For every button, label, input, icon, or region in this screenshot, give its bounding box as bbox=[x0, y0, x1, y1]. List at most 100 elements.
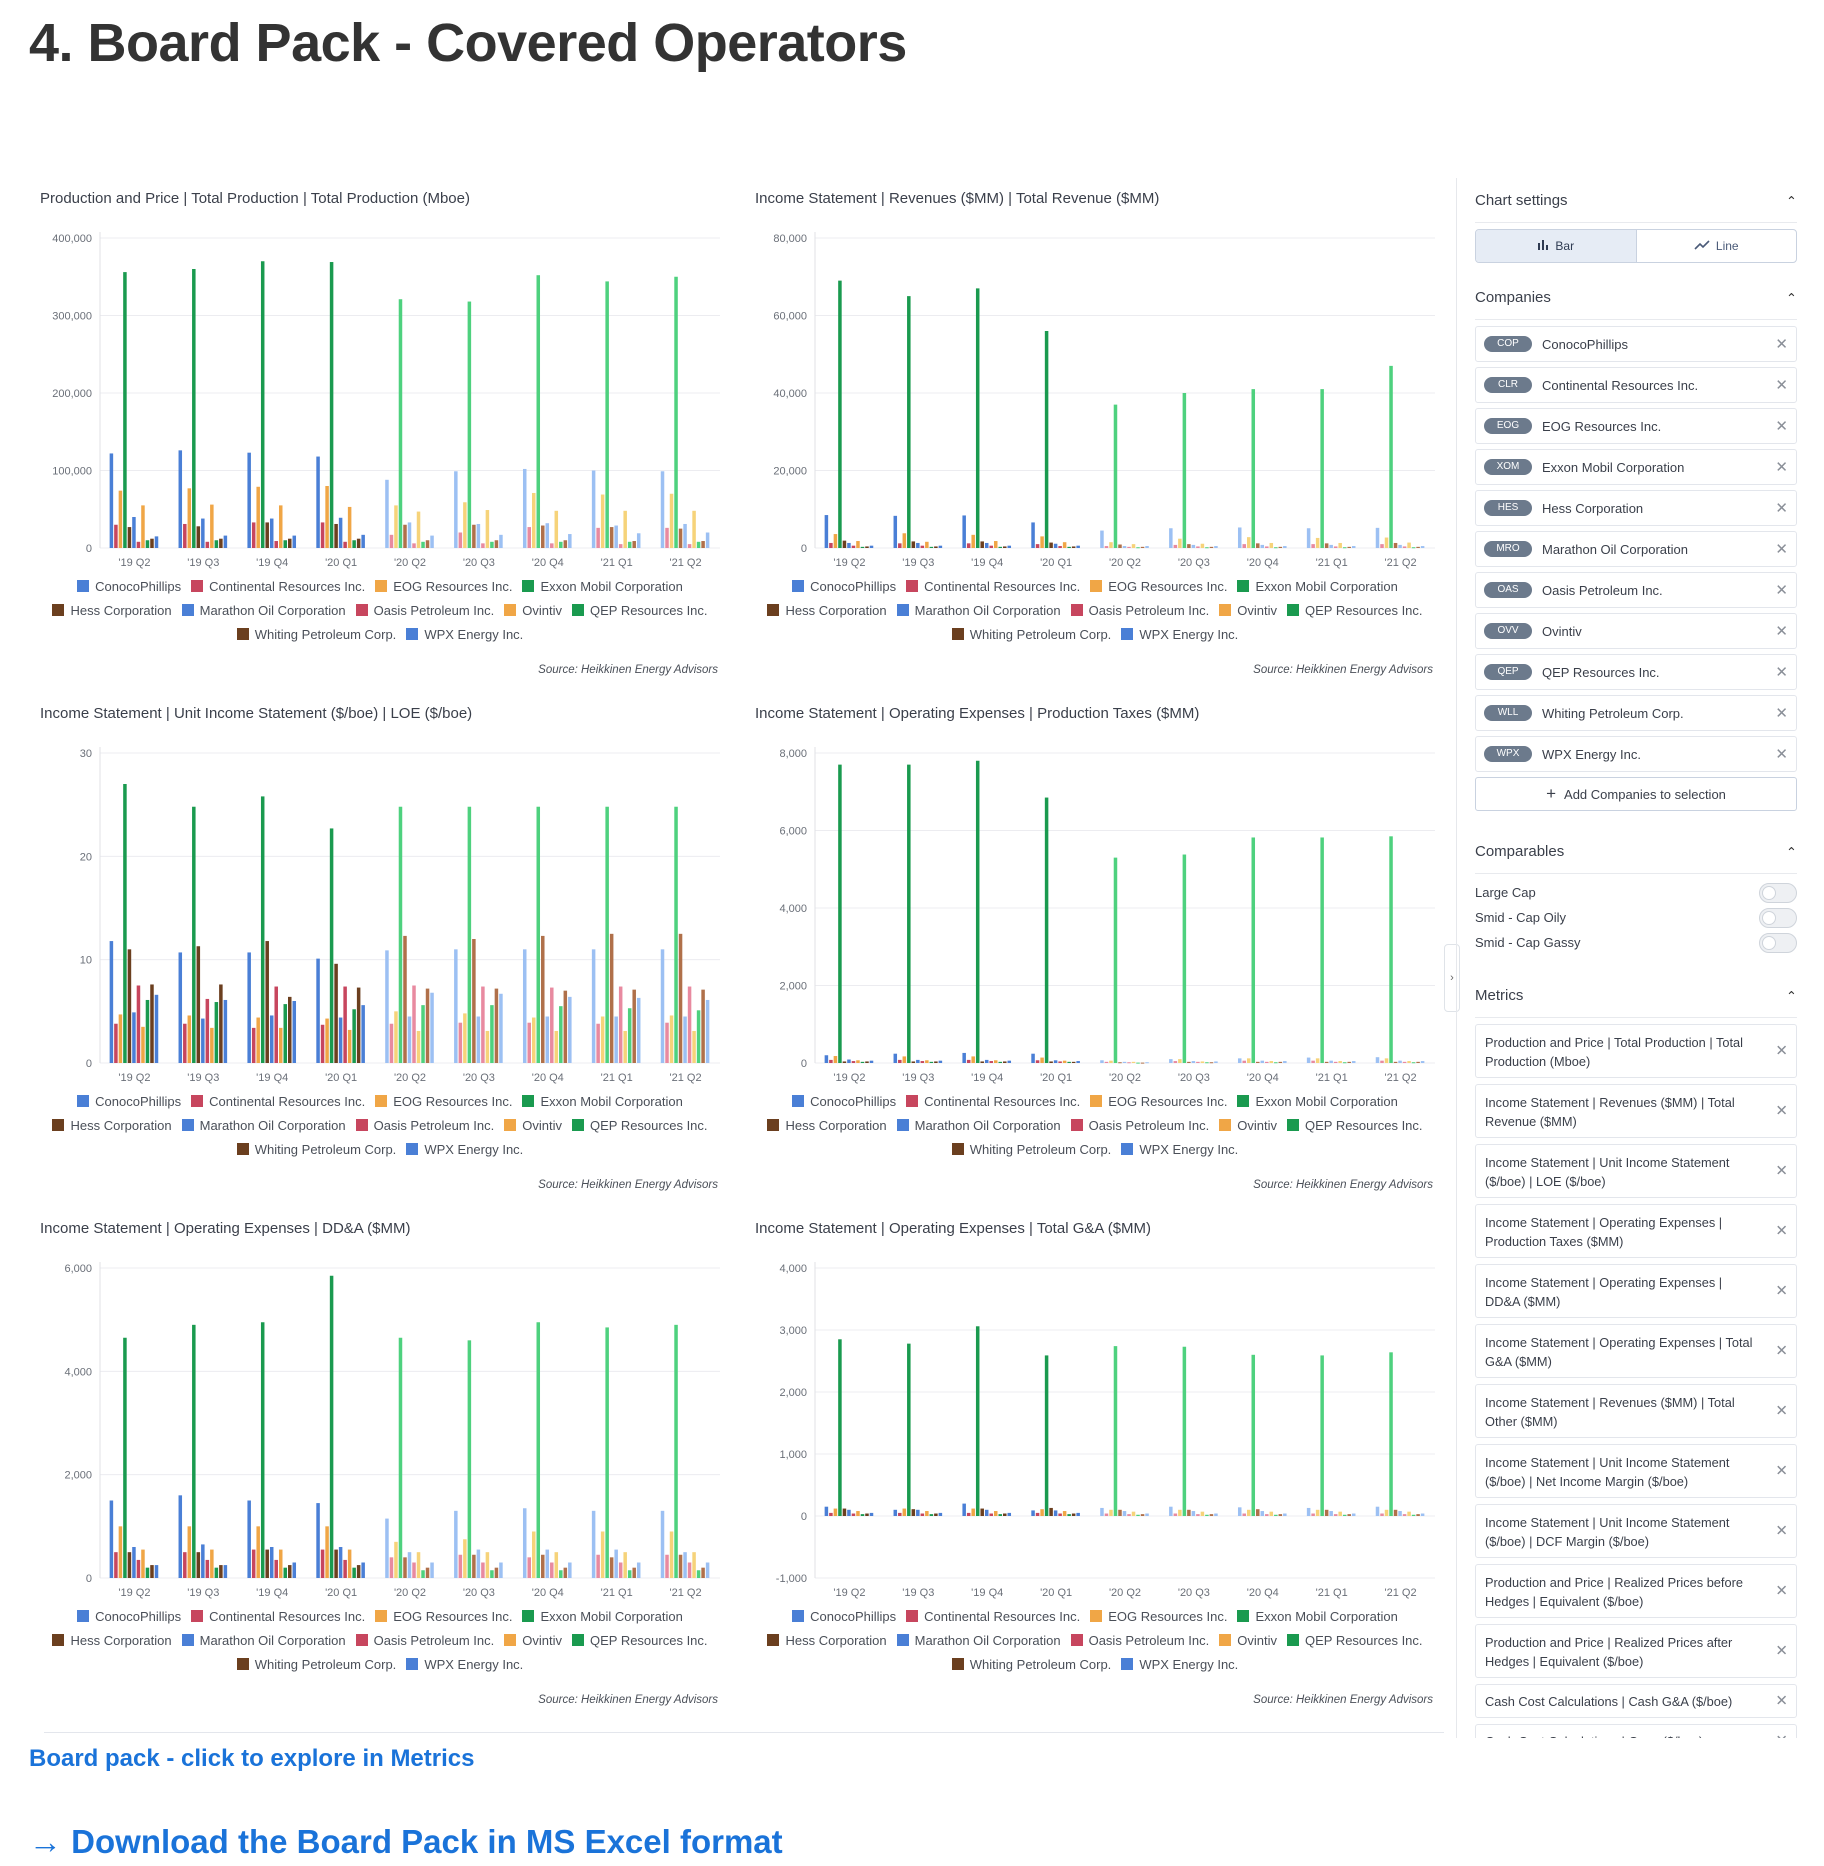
bar[interactable] bbox=[966, 1512, 971, 1516]
bar[interactable] bbox=[1182, 854, 1187, 1063]
bar[interactable] bbox=[678, 528, 683, 548]
bar[interactable] bbox=[476, 1549, 481, 1578]
bar[interactable] bbox=[1320, 1355, 1324, 1516]
comparables-header[interactable]: Comparables ⌄ bbox=[1475, 829, 1797, 874]
bar[interactable] bbox=[1205, 1514, 1209, 1516]
close-icon[interactable]: ✕ bbox=[1775, 581, 1788, 599]
close-icon[interactable]: ✕ bbox=[1775, 1102, 1788, 1121]
legend-item[interactable]: Hess Corporation bbox=[767, 1629, 887, 1653]
bar[interactable] bbox=[1380, 1513, 1384, 1516]
bar[interactable] bbox=[210, 504, 214, 548]
legend-item[interactable]: Ovintiv bbox=[1219, 1114, 1277, 1138]
bar[interactable] bbox=[1265, 546, 1269, 548]
bar[interactable] bbox=[971, 1508, 975, 1516]
bar[interactable] bbox=[1260, 1060, 1265, 1063]
bar[interactable] bbox=[934, 546, 938, 548]
bar[interactable] bbox=[141, 1026, 145, 1063]
bar[interactable] bbox=[476, 1016, 481, 1064]
bar[interactable] bbox=[1140, 1062, 1145, 1064]
bar[interactable] bbox=[247, 452, 251, 548]
bar[interactable] bbox=[412, 543, 416, 548]
bar[interactable] bbox=[1067, 546, 1071, 548]
legend-item[interactable]: QEP Resources Inc. bbox=[571, 1114, 708, 1138]
bar[interactable] bbox=[256, 486, 260, 548]
bar[interactable] bbox=[1380, 544, 1384, 548]
bar[interactable] bbox=[123, 784, 127, 1063]
bar[interactable] bbox=[1311, 1513, 1315, 1516]
bar[interactable] bbox=[614, 525, 618, 548]
bar[interactable] bbox=[1169, 1059, 1173, 1063]
bar[interactable] bbox=[316, 1503, 320, 1578]
bar[interactable] bbox=[829, 542, 833, 548]
bar[interactable] bbox=[550, 543, 554, 548]
bar[interactable] bbox=[343, 986, 347, 1063]
bar[interactable] bbox=[541, 935, 545, 1063]
bar[interactable] bbox=[178, 1495, 183, 1578]
bar[interactable] bbox=[1122, 1511, 1127, 1516]
bar[interactable] bbox=[1393, 542, 1398, 548]
bar[interactable] bbox=[454, 471, 458, 548]
bar[interactable] bbox=[1324, 543, 1329, 548]
bar[interactable] bbox=[916, 542, 920, 548]
bar[interactable] bbox=[893, 1509, 898, 1516]
bar[interactable] bbox=[989, 545, 993, 548]
legend-item[interactable]: Exxon Mobil Corporation bbox=[1237, 575, 1398, 599]
bar[interactable] bbox=[605, 1327, 609, 1578]
legend-item[interactable]: Oasis Petroleum Inc. bbox=[355, 599, 494, 623]
legend-item[interactable]: Oasis Petroleum Inc. bbox=[355, 1114, 494, 1138]
bar[interactable] bbox=[531, 1017, 536, 1063]
bar[interactable] bbox=[320, 1024, 325, 1063]
bar[interactable] bbox=[678, 1554, 683, 1578]
bar[interactable] bbox=[127, 527, 132, 548]
legend-item[interactable]: Marathon Oil Corporation bbox=[181, 1629, 346, 1653]
bar[interactable] bbox=[696, 1570, 701, 1578]
legend-item[interactable]: WPX Energy Inc. bbox=[406, 1653, 523, 1677]
comparable-toggle[interactable] bbox=[1759, 907, 1797, 928]
comparable-toggle[interactable] bbox=[1759, 882, 1797, 903]
add-companies-button[interactable]: + Add Companies to selection bbox=[1475, 777, 1797, 811]
legend-item[interactable]: Exxon Mobil Corporation bbox=[1237, 1090, 1398, 1114]
bar[interactable] bbox=[485, 1030, 490, 1063]
bar[interactable] bbox=[1338, 1511, 1342, 1516]
bar[interactable] bbox=[1260, 544, 1265, 548]
bar[interactable] bbox=[260, 1322, 265, 1578]
bar[interactable] bbox=[1393, 1061, 1398, 1063]
bar[interactable] bbox=[1416, 1514, 1420, 1516]
bar[interactable] bbox=[829, 1512, 833, 1516]
legend-item[interactable]: Ovintiv bbox=[1219, 599, 1277, 623]
bar[interactable] bbox=[605, 806, 609, 1063]
bar[interactable] bbox=[283, 1004, 288, 1063]
bar[interactable] bbox=[1044, 797, 1049, 1063]
bar[interactable] bbox=[394, 1541, 398, 1578]
bar[interactable] bbox=[127, 1552, 132, 1578]
bar[interactable] bbox=[701, 1567, 705, 1578]
legend-item[interactable]: Whiting Petroleum Corp. bbox=[951, 623, 1111, 647]
bar[interactable] bbox=[550, 1562, 554, 1579]
bar[interactable] bbox=[1283, 1513, 1287, 1516]
bar[interactable] bbox=[1071, 546, 1076, 548]
bar[interactable] bbox=[993, 1511, 998, 1516]
bar[interactable] bbox=[1320, 389, 1324, 548]
bar[interactable] bbox=[283, 540, 288, 548]
bar[interactable] bbox=[929, 546, 934, 548]
bar[interactable] bbox=[1196, 1514, 1200, 1516]
bar[interactable] bbox=[494, 988, 499, 1063]
bar[interactable] bbox=[591, 1510, 596, 1578]
bar[interactable] bbox=[1269, 542, 1274, 548]
bar[interactable] bbox=[692, 1552, 696, 1578]
bar[interactable] bbox=[665, 1554, 669, 1578]
bar[interactable] bbox=[984, 1509, 989, 1516]
bar[interactable] bbox=[485, 510, 490, 548]
bar[interactable] bbox=[962, 1052, 966, 1063]
bar[interactable] bbox=[842, 540, 847, 548]
bar[interactable] bbox=[600, 1016, 605, 1064]
bar[interactable] bbox=[527, 1022, 531, 1063]
bar[interactable] bbox=[1187, 1061, 1191, 1063]
bar[interactable] bbox=[1338, 542, 1342, 548]
metric-item[interactable]: Income Statement | Unit Income Statement… bbox=[1475, 1144, 1797, 1198]
bar[interactable] bbox=[1214, 1061, 1218, 1063]
bar[interactable] bbox=[1131, 544, 1136, 548]
bar[interactable] bbox=[1342, 547, 1347, 549]
bar[interactable] bbox=[183, 1023, 187, 1063]
bar[interactable] bbox=[545, 1549, 550, 1578]
